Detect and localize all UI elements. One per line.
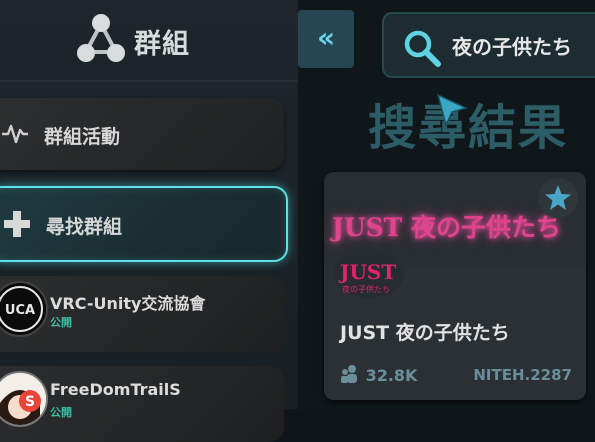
groups-logo-icon bbox=[77, 14, 125, 62]
search-icon bbox=[404, 30, 441, 67]
nav-label: 尋找群組 bbox=[46, 216, 123, 238]
group-name: VRC-Unity交流協會 bbox=[50, 294, 206, 313]
mouse-cursor-icon bbox=[436, 93, 468, 128]
thumbnail-subtitle: 夜の子供たち bbox=[342, 285, 390, 294]
favorite-button[interactable] bbox=[538, 178, 578, 218]
sidebar-header: 群組 bbox=[0, 0, 298, 82]
members-icon bbox=[341, 365, 357, 383]
nav-label: 群組活動 bbox=[44, 126, 121, 148]
group-thumbnail: JUST 夜の子供たち bbox=[334, 250, 404, 298]
thumbnail-title: JUST bbox=[340, 260, 397, 284]
plus-icon bbox=[4, 211, 30, 237]
activity-icon bbox=[2, 124, 28, 144]
search-input[interactable] bbox=[450, 28, 595, 62]
main-panel: « 搜尋結果 JUST 夜の子供たち JUST 夜の子供たち JUST 夜の子供… bbox=[298, 0, 595, 409]
group-status: 公開 bbox=[50, 316, 72, 329]
group-name: JUST 夜の子供たち bbox=[340, 322, 510, 344]
uca-logo-icon: UCA bbox=[0, 286, 43, 332]
banner-title: JUST 夜の子供たち bbox=[332, 213, 561, 242]
sidebar-title: 群組 bbox=[134, 29, 190, 60]
sidebar: 群組 群組活動 尋找群組 UCA VRC-Unity交流協會 公開 S Free… bbox=[0, 0, 298, 442]
nav-group-activity-button[interactable]: 群組活動 bbox=[0, 98, 284, 170]
collapse-sidebar-button[interactable]: « bbox=[298, 10, 354, 68]
member-count: 32.8K bbox=[340, 364, 417, 386]
avatar-logo-text: UCA bbox=[5, 303, 35, 318]
group-list-item[interactable]: S FreeDomTrailS 公開 bbox=[0, 366, 284, 442]
search-box[interactable] bbox=[382, 12, 595, 78]
group-list-item[interactable]: UCA VRC-Unity交流協會 公開 bbox=[0, 276, 284, 352]
nav-find-group-button[interactable]: 尋找群組 bbox=[0, 186, 288, 262]
group-name: FreeDomTrailS bbox=[50, 380, 181, 399]
anime-avatar-icon: S bbox=[0, 373, 46, 425]
group-result-card[interactable]: JUST 夜の子供たち JUST 夜の子供たち JUST 夜の子供たち 32.8… bbox=[324, 172, 586, 400]
avatar-logo-text: S bbox=[25, 394, 35, 410]
group-avatar: UCA bbox=[0, 281, 48, 337]
member-count-value: 32.8K bbox=[365, 366, 418, 385]
group-status: 公開 bbox=[50, 406, 72, 419]
group-avatar: S bbox=[0, 371, 48, 427]
star-icon bbox=[545, 185, 571, 210]
search-results-title: 搜尋結果 bbox=[368, 100, 569, 156]
group-code: NITEH.2287 bbox=[473, 366, 572, 384]
